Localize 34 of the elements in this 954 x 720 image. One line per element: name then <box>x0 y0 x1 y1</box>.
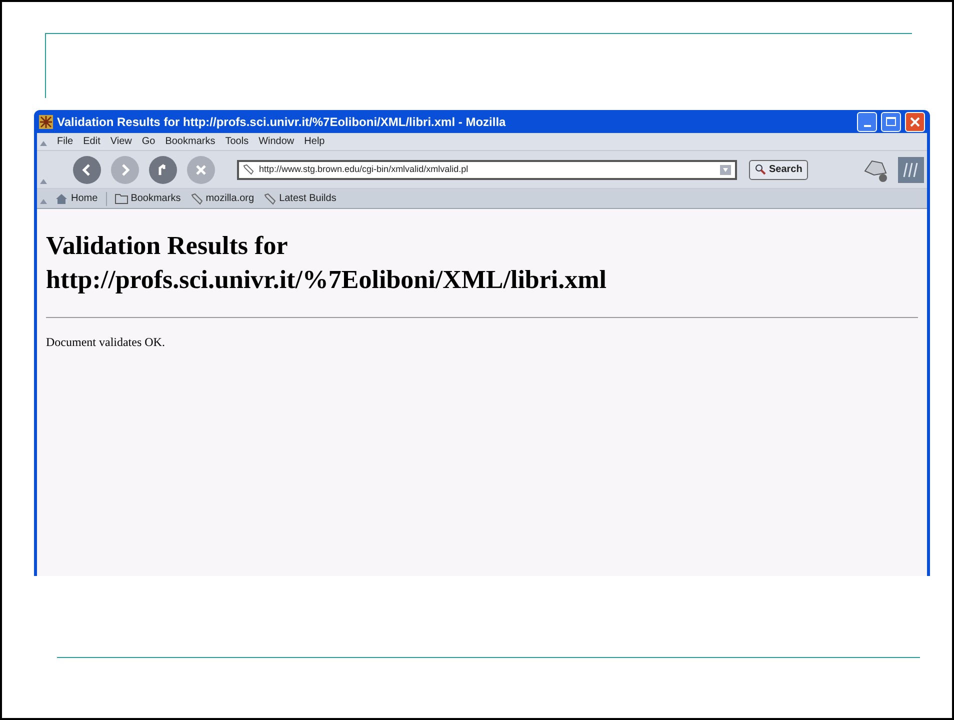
menu-item[interactable]: Edit <box>83 134 100 149</box>
menu-item[interactable]: View <box>110 134 132 149</box>
reload-button[interactable] <box>149 156 177 184</box>
close-icon <box>910 116 920 126</box>
toolbar-grip-icon[interactable] <box>40 199 47 204</box>
menu-item[interactable]: Go <box>142 134 156 149</box>
toolbar-grip-icon[interactable] <box>40 179 47 184</box>
bookmark-link[interactable]: mozilla.org <box>188 191 256 206</box>
home-button[interactable]: Home <box>53 191 100 206</box>
bookmark-icon <box>264 192 276 204</box>
back-button[interactable] <box>73 156 101 184</box>
bookmark-link[interactable]: Latest Builds <box>262 191 338 206</box>
maximize-button[interactable] <box>881 112 901 132</box>
menu-item[interactable]: File <box>57 134 74 149</box>
home-icon <box>55 192 68 204</box>
page-heading: Validation Results for http://profs.sci.univr.it/%7Eoliboni/XML/libri.xml <box>46 230 608 296</box>
app-icon <box>39 114 53 128</box>
menu-item[interactable]: Help <box>304 134 325 149</box>
minimize-button[interactable] <box>857 112 877 132</box>
validation-message: Document validates OK. <box>46 334 166 351</box>
window-title: Validation Results for http://profs.sci.univr.it/%7Eoliboni/XML/libri.xml - Mozilla <box>57 114 507 130</box>
toolbar-grip-icon[interactable] <box>40 141 47 146</box>
search-icon <box>755 164 766 175</box>
folder-icon <box>114 193 128 204</box>
search-button[interactable]: Search <box>749 160 808 180</box>
menu-item[interactable]: Bookmarks <box>165 134 216 149</box>
menu-item[interactable]: Tools <box>225 134 249 149</box>
bookmark-icon <box>190 192 203 204</box>
url-field[interactable]: http://www.stg.brown.edu/cgi-bin/xmlvalid/xmlvalid.pl <box>237 160 737 180</box>
mozilla-logo-icon <box>898 156 924 182</box>
bookmarks-menu[interactable]: Bookmarks <box>112 191 183 206</box>
bookmark-icon <box>243 164 254 175</box>
menu-item[interactable]: Window <box>258 134 294 149</box>
close-button[interactable] <box>905 112 925 132</box>
